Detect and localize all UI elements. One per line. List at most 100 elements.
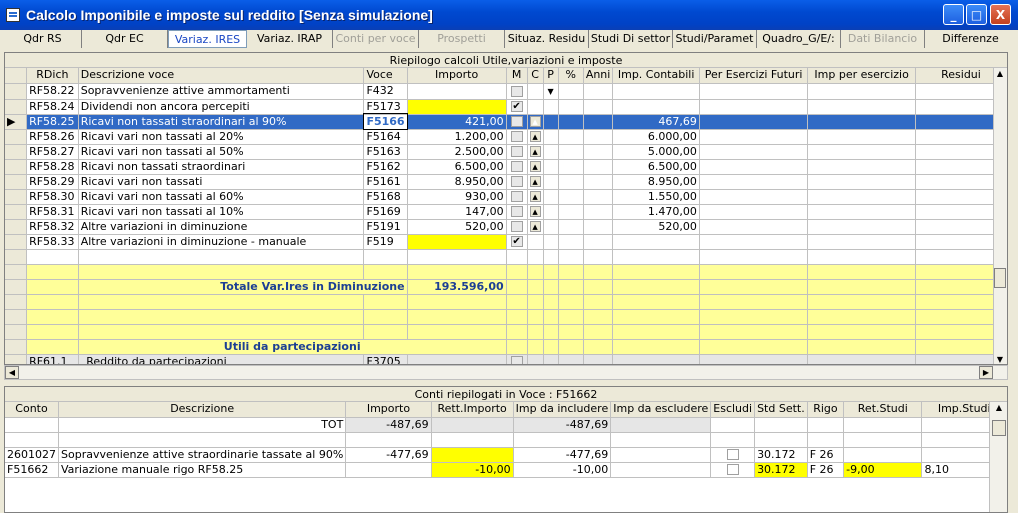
table-row[interactable]: RF58.33 Altre variazioni in diminuzione -…	[5, 234, 1007, 250]
cell-m[interactable]	[506, 354, 528, 364]
spin-up-icon[interactable]: ▲	[529, 206, 541, 217]
cell-c[interactable]: ▲	[527, 129, 544, 145]
col-conto[interactable]: Conto	[5, 402, 59, 418]
table-row[interactable]: RF58.24 Dividendi non ancora percepiti F51…	[5, 99, 1007, 115]
cell-rett-importo[interactable]	[431, 447, 514, 463]
cell-c[interactable]	[527, 234, 544, 250]
cell-importo[interactable]: 6.500,00	[407, 159, 507, 175]
cell-p[interactable]	[543, 174, 559, 190]
table-row[interactable]: RF58.22 Sopravvenienze attive ammortament…	[5, 83, 1007, 100]
cell-m[interactable]	[506, 234, 528, 250]
cell-importo[interactable]	[407, 83, 507, 100]
table-row[interactable]: RF58.27 Ricavi vari non tassati al 50% F51…	[5, 144, 1007, 160]
cell-importo[interactable]: 2.500,00	[407, 144, 507, 160]
cell-ret-studi[interactable]	[843, 447, 923, 463]
spin-up-icon[interactable]: ▲	[529, 221, 541, 232]
tab-qdr-rs[interactable]: Qdr RS	[4, 30, 82, 48]
cell-c[interactable]: ▲	[527, 159, 544, 175]
checkbox-m[interactable]	[510, 116, 523, 127]
scroll-up-icon[interactable]: ▲	[994, 68, 1006, 80]
conti-vertical-scrollbar[interactable]: ▲	[989, 402, 1007, 512]
checkbox-m[interactable]	[510, 176, 523, 187]
cell-m[interactable]	[506, 99, 528, 115]
cell-escludi[interactable]	[710, 447, 756, 463]
cell-m[interactable]	[506, 174, 528, 190]
conti-row[interactable]: 2601027 Sopravvenienze attive straordinar…	[5, 447, 1007, 463]
cell-p[interactable]	[543, 114, 559, 130]
spin-up-icon[interactable]: ▲	[529, 146, 541, 157]
cell-p[interactable]	[543, 204, 559, 220]
checkbox-m[interactable]	[510, 85, 523, 97]
cell-m[interactable]	[506, 219, 528, 235]
tab-situaz-residu[interactable]: Situaz. Residu	[505, 30, 589, 48]
cell-c[interactable]	[527, 99, 544, 115]
close-button[interactable]: X	[990, 4, 1011, 25]
col-imp-da-includere[interactable]: Imp da includere	[513, 402, 612, 418]
cell-rett-importo[interactable]: -10,00	[431, 462, 514, 478]
cell-m[interactable]	[506, 83, 528, 100]
cell-p[interactable]: ▼	[543, 83, 559, 100]
spin-up-icon[interactable]: ▲	[529, 116, 541, 127]
conti-scroll-thumb[interactable]	[992, 420, 1006, 436]
col-c[interactable]: C	[527, 68, 544, 84]
cell-p[interactable]	[543, 219, 559, 235]
minimize-button[interactable]: _	[943, 4, 964, 25]
table-row[interactable]: RF58.31 Ricavi vari non tassati al 10% F51…	[5, 204, 1007, 220]
maximize-button[interactable]: □	[966, 4, 987, 25]
checkbox-m[interactable]	[510, 221, 523, 232]
cell-c[interactable]: ▲	[527, 114, 544, 130]
cell-importo[interactable]: 147,00	[407, 204, 507, 220]
tab-conti-per-voce[interactable]: Conti per voce	[333, 30, 419, 48]
conti-scroll-up-icon[interactable]: ▲	[993, 402, 1005, 414]
cell-c[interactable]	[527, 83, 544, 100]
checkbox-m[interactable]	[510, 101, 523, 112]
col-imp-per-esercizio[interactable]: Imp per esercizio	[807, 68, 916, 84]
tab-prospetti[interactable]: Prospetti	[419, 30, 505, 48]
checkbox-m[interactable]	[510, 146, 523, 157]
cell-importo[interactable]: 1.200,00	[407, 129, 507, 145]
horizontal-scrollbar[interactable]: ◀ ▶	[4, 365, 1008, 380]
cell-importo[interactable]	[407, 354, 507, 364]
spin-up-icon[interactable]: ▲	[529, 131, 541, 142]
cell-importo[interactable]: 421,00	[407, 114, 507, 130]
cell-c[interactable]: ▲	[527, 144, 544, 160]
col-per-esercizi-futuri[interactable]: Per Esercizi Futuri	[699, 68, 809, 84]
table-row[interactable]: RF58.26 Ricavi vari non tassati al 20% F51…	[5, 129, 1007, 145]
cell-p[interactable]	[543, 234, 559, 250]
tab-quadro-g-e[interactable]: Quadro_G/E/:	[757, 30, 841, 48]
tab-differenze[interactable]: Differenze	[925, 30, 1016, 48]
vertical-scrollbar[interactable]: ▲ ▼	[993, 68, 1007, 364]
cell-c[interactable]: ▲	[527, 174, 544, 190]
cell-m[interactable]	[506, 129, 528, 145]
cell-importo[interactable]	[407, 234, 507, 250]
table-row[interactable]: RF61.1 _Reddito da partecipazioni F3705	[5, 354, 1007, 364]
tab-qdr-ec[interactable]: Qdr EC	[82, 30, 168, 48]
col-imp-da-escludere[interactable]: Imp da escludere	[610, 402, 712, 418]
col-m[interactable]: M	[506, 68, 528, 84]
tab-studi-paramet[interactable]: Studi/Paramet	[673, 30, 757, 48]
dropdown-icon[interactable]: ▼	[547, 87, 553, 96]
tab-variaz-ires[interactable]: Variaz. IRES	[168, 30, 247, 48]
cell-importo[interactable]: 520,00	[407, 219, 507, 235]
cell-c[interactable]: ▲	[527, 219, 544, 235]
col-anni[interactable]: Anni	[583, 68, 614, 84]
table-row[interactable]: RF58.28 Ricavi non tassati straordinari F5…	[5, 159, 1007, 175]
cell-importo[interactable]: 8.950,00	[407, 174, 507, 190]
col-imp-contabili[interactable]: Imp. Contabili	[612, 68, 700, 84]
tab-dati-bilancio[interactable]: Dati Bilancio	[841, 30, 925, 48]
cell-escludi[interactable]	[710, 462, 756, 478]
checkbox-m[interactable]	[510, 356, 523, 364]
table-row[interactable]: ▶ RF58.25 Ricavi non tassati straordinari …	[5, 113, 1007, 130]
spin-up-icon[interactable]: ▲	[529, 176, 541, 187]
cell-c[interactable]: ▲	[527, 204, 544, 220]
cell-m[interactable]	[506, 189, 528, 205]
col-rigo[interactable]: Rigo	[807, 402, 845, 418]
checkbox-m[interactable]	[510, 191, 523, 202]
col-std-sett[interactable]: Std Sett.	[754, 402, 808, 418]
col-importo[interactable]: Importo	[407, 68, 507, 84]
checkbox-m[interactable]	[510, 161, 523, 172]
col-descrizione-conto[interactable]: Descrizione	[58, 402, 347, 418]
col-perc[interactable]: %	[558, 68, 584, 84]
scroll-left-icon[interactable]: ◀	[5, 366, 19, 379]
checkbox-m[interactable]	[510, 131, 523, 142]
